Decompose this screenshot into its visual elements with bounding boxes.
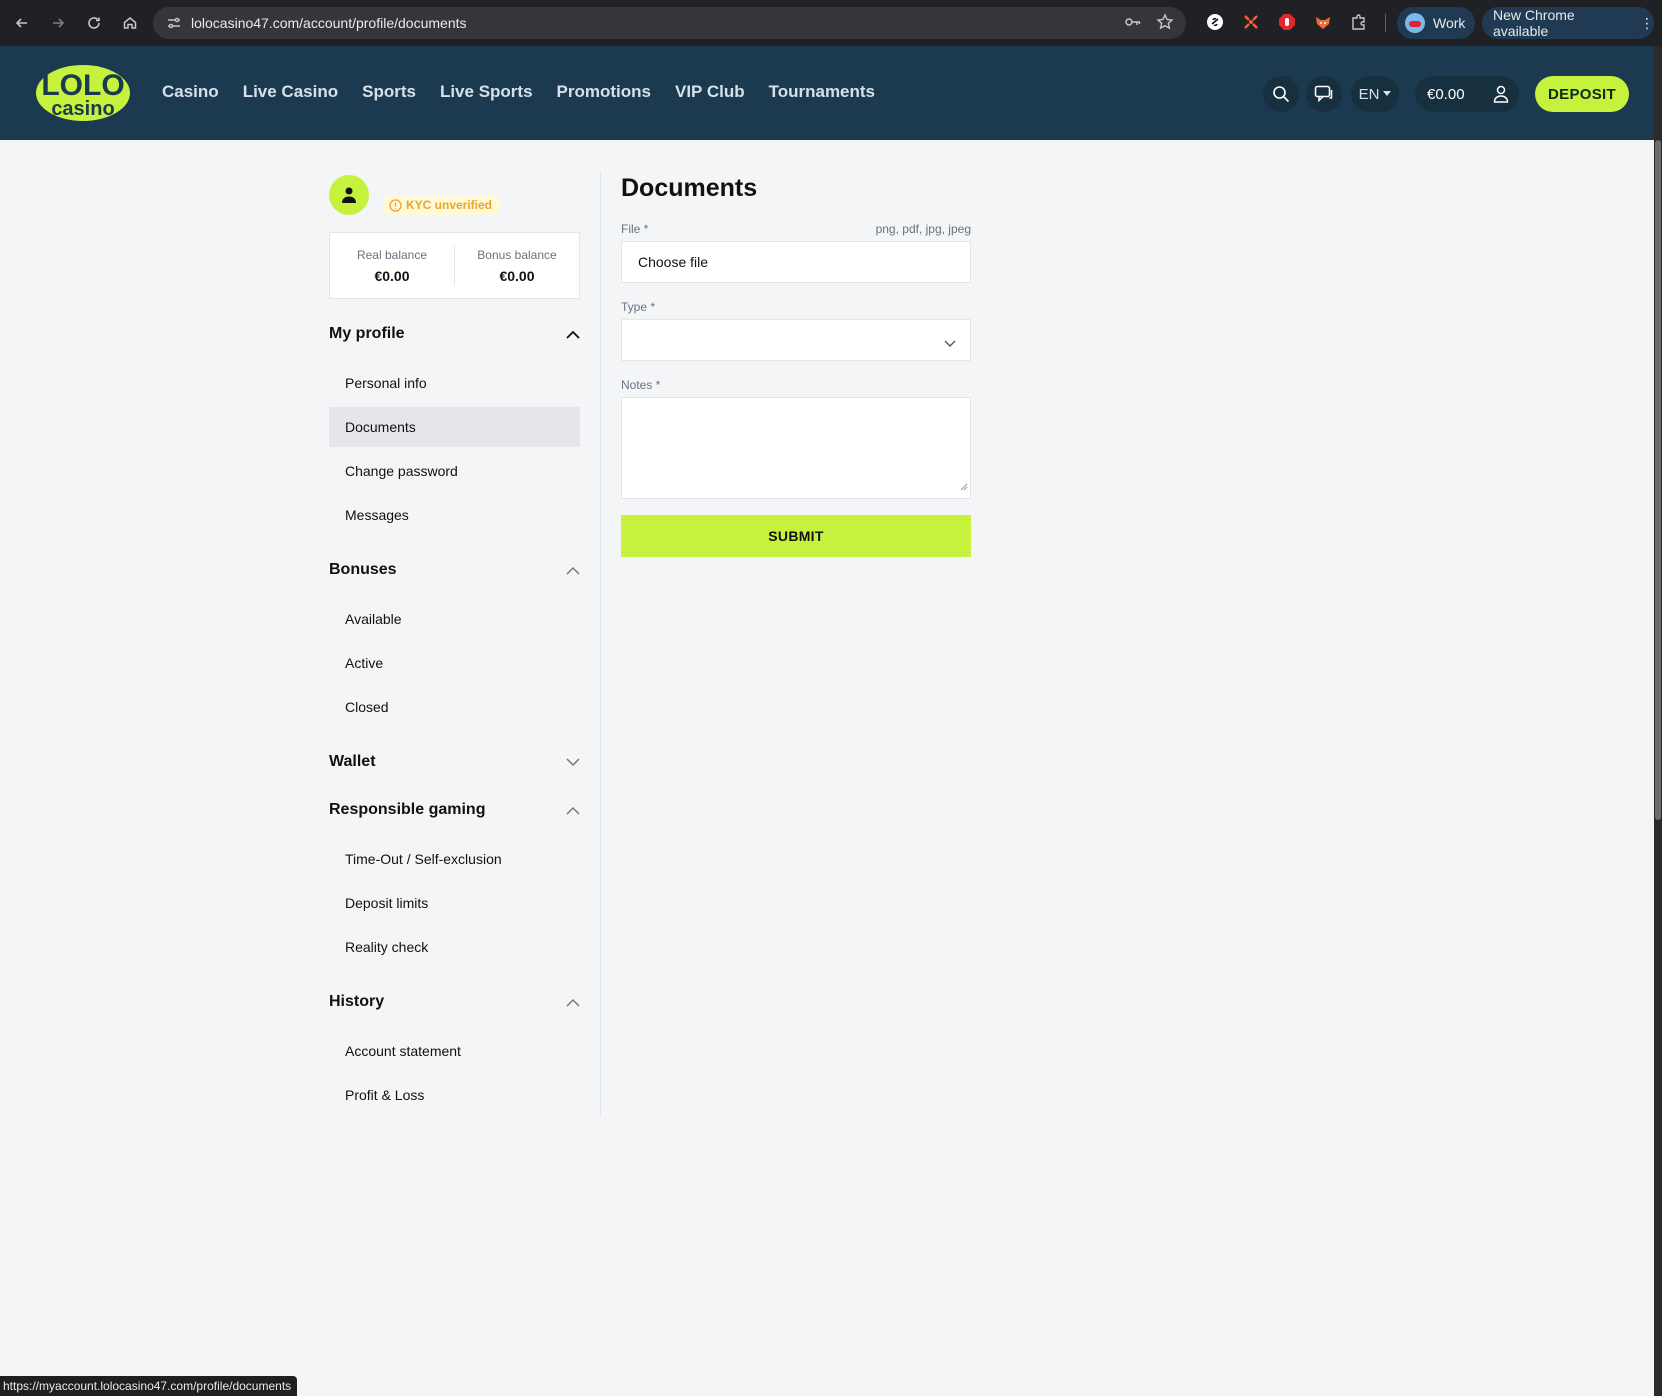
address-url[interactable]: lolocasino47.com/account/profile/documen… bbox=[191, 15, 467, 31]
language-label: EN bbox=[1358, 85, 1380, 103]
resize-handle-icon[interactable] bbox=[960, 478, 968, 496]
extension-puzzle-red-icon[interactable] bbox=[1240, 11, 1262, 33]
chevron-up-icon[interactable] bbox=[566, 563, 580, 577]
type-label: Type * bbox=[621, 300, 656, 314]
section-my-profile[interactable]: My profile bbox=[329, 322, 580, 346]
toolbar-separator bbox=[1385, 14, 1386, 32]
file-label: File * bbox=[621, 222, 649, 236]
sidebar-item-profit-loss[interactable]: Profit & Loss bbox=[329, 1075, 580, 1115]
real-balance-value: €0.00 bbox=[374, 267, 410, 284]
home-icon[interactable] bbox=[118, 11, 142, 35]
sidebar-item-deposit-limits[interactable]: Deposit limits bbox=[329, 883, 580, 923]
page-title: Documents bbox=[621, 174, 758, 202]
sidebar-item-closed[interactable]: Closed bbox=[329, 687, 580, 727]
chevron-down-icon[interactable] bbox=[566, 755, 580, 769]
section-history[interactable]: History bbox=[329, 990, 580, 1014]
info-circle-icon bbox=[389, 198, 402, 212]
balance-summary: Real balance €0.00 Bonus balance €0.00 bbox=[329, 232, 580, 299]
notes-label: Notes * bbox=[621, 378, 661, 392]
caret-down-icon bbox=[1383, 91, 1392, 96]
section-title: Responsible gaming bbox=[329, 801, 486, 818]
chevron-up-icon[interactable] bbox=[566, 327, 580, 341]
avatar[interactable] bbox=[329, 175, 369, 215]
sidebar-item-change-password[interactable]: Change password bbox=[329, 451, 580, 491]
kyc-status-label: KYC unverified bbox=[406, 198, 493, 212]
section-title: History bbox=[329, 993, 385, 1010]
language-selector[interactable]: EN bbox=[1351, 76, 1399, 112]
choose-file-button[interactable]: Choose file bbox=[638, 254, 708, 270]
notes-textarea[interactable] bbox=[621, 397, 971, 499]
svg-text:casino: casino bbox=[51, 98, 114, 120]
status-bar-url: https://myaccount.lolocasino47.com/profi… bbox=[0, 1376, 298, 1396]
site-header: LOLO casino Casino Live Casino Sports Li… bbox=[0, 46, 1662, 140]
section-title: Bonuses bbox=[329, 561, 397, 578]
section-bonuses[interactable]: Bonuses bbox=[329, 558, 580, 582]
section-title: Wallet bbox=[329, 753, 376, 770]
type-select[interactable] bbox=[621, 319, 971, 361]
kyc-status-badge: KYC unverified bbox=[383, 195, 501, 215]
browser-toolbar: lolocasino47.com/account/profile/documen… bbox=[0, 0, 1662, 46]
file-types-hint: png, pdf, jpg, jpeg bbox=[875, 222, 971, 236]
profile-avatar bbox=[1405, 13, 1425, 33]
nav-casino[interactable]: Casino bbox=[162, 82, 219, 102]
update-label: New Chrome available bbox=[1493, 7, 1575, 39]
sidebar-item-personal-info[interactable]: Personal info bbox=[329, 363, 580, 403]
section-title: My profile bbox=[329, 325, 405, 342]
extension-link-icon[interactable] bbox=[1204, 11, 1226, 33]
sidebar-item-reality-check[interactable]: Reality check bbox=[329, 927, 580, 967]
chat-icon bbox=[1314, 85, 1333, 103]
header-balance-value: €0.00 bbox=[1427, 85, 1465, 103]
real-balance-label: Real balance bbox=[356, 247, 428, 262]
nav-tournaments[interactable]: Tournaments bbox=[769, 82, 875, 102]
profile-button[interactable]: Work bbox=[1397, 7, 1475, 39]
back-icon[interactable] bbox=[10, 11, 34, 35]
user-icon[interactable] bbox=[1493, 85, 1509, 103]
chevron-up-icon[interactable] bbox=[566, 995, 580, 1009]
extension-fox-icon[interactable] bbox=[1312, 11, 1334, 33]
nav-live-sports[interactable]: Live Sports bbox=[440, 82, 533, 102]
extension-stop-hand-icon[interactable] bbox=[1276, 11, 1298, 33]
bonus-balance-value: €0.00 bbox=[499, 267, 535, 284]
submit-button[interactable]: SUBMIT bbox=[621, 515, 971, 557]
address-bar[interactable]: lolocasino47.com/account/profile/documen… bbox=[153, 7, 1186, 39]
nav-vip-club[interactable]: VIP Club bbox=[675, 82, 745, 102]
sidebar-item-messages[interactable]: Messages bbox=[329, 495, 580, 535]
chrome-update-button[interactable]: New Chrome available ⋮ bbox=[1482, 7, 1654, 39]
section-responsible-gaming[interactable]: Responsible gaming bbox=[329, 798, 580, 822]
sidebar-item-active[interactable]: Active bbox=[329, 643, 580, 683]
nav-sports[interactable]: Sports bbox=[362, 82, 416, 102]
file-upload-input[interactable]: Choose file bbox=[621, 241, 971, 283]
site-info-icon[interactable] bbox=[165, 14, 183, 32]
reload-icon[interactable] bbox=[82, 11, 106, 35]
sidebar-item-available[interactable]: Available bbox=[329, 599, 580, 639]
nav-live-casino[interactable]: Live Casino bbox=[243, 82, 338, 102]
sidebar-item-time-out[interactable]: Time-Out / Self-exclusion bbox=[329, 839, 580, 879]
lolo-casino-logo[interactable]: LOLO casino bbox=[35, 63, 132, 123]
search-icon bbox=[1273, 86, 1290, 103]
more-vertical-icon[interactable]: ⋮ bbox=[1640, 15, 1654, 32]
sidebar-item-documents[interactable]: Documents bbox=[329, 407, 580, 447]
real-balance: Real balance €0.00 bbox=[330, 233, 454, 298]
chevron-down-icon bbox=[944, 335, 956, 351]
forward-icon[interactable] bbox=[46, 11, 70, 35]
scrollbar-thumb[interactable] bbox=[1655, 140, 1661, 820]
search-button[interactable] bbox=[1263, 76, 1299, 112]
bonus-balance: Bonus balance €0.00 bbox=[454, 245, 579, 286]
password-key-icon[interactable] bbox=[1124, 13, 1142, 36]
deposit-button[interactable]: DEPOSIT bbox=[1535, 76, 1629, 112]
nav-promotions[interactable]: Promotions bbox=[557, 82, 651, 102]
section-wallet[interactable]: Wallet bbox=[329, 750, 580, 774]
bonus-balance-label: Bonus balance bbox=[477, 247, 557, 262]
extensions-puzzle-icon[interactable] bbox=[1348, 11, 1370, 33]
main-nav: Casino Live Casino Sports Live Sports Pr… bbox=[162, 82, 899, 102]
sidebar-divider bbox=[600, 172, 601, 1117]
user-silhouette-icon bbox=[342, 187, 356, 203]
chevron-up-icon[interactable] bbox=[566, 803, 580, 817]
header-balance[interactable]: €0.00 bbox=[1415, 76, 1519, 112]
sidebar-item-account-statement[interactable]: Account statement bbox=[329, 1031, 580, 1071]
profile-label: Work bbox=[1433, 15, 1466, 31]
bookmark-star-icon[interactable] bbox=[1156, 13, 1174, 36]
chat-button[interactable] bbox=[1306, 76, 1342, 112]
